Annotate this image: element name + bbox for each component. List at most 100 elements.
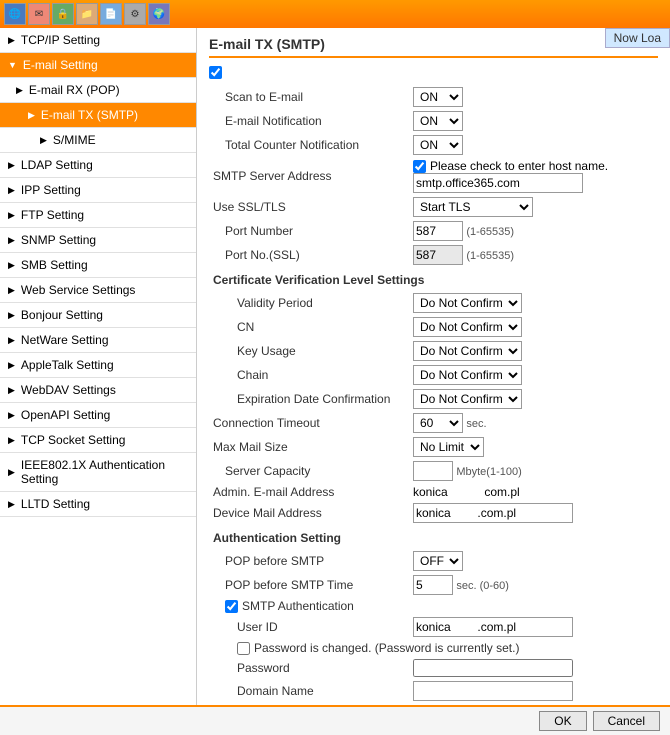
total-counter-select[interactable]: ONOFF bbox=[413, 135, 463, 155]
user-id-input[interactable] bbox=[413, 617, 573, 637]
scan-to-email-cell: ONOFF bbox=[409, 85, 647, 109]
max-mail-size-select[interactable]: No Limit bbox=[413, 437, 484, 457]
auth-section-label: Authentication Setting bbox=[213, 527, 654, 547]
smtp-auth-checkbox[interactable] bbox=[225, 600, 238, 613]
arrow-icon: ▶ bbox=[8, 285, 15, 296]
smtp-auth-row: SMTP Authentication bbox=[209, 597, 658, 615]
sidebar-item-snmp[interactable]: ▶ SNMP Setting bbox=[0, 228, 196, 253]
port-ssl-input[interactable] bbox=[413, 245, 463, 265]
port-number-row: Port Number (1-65535) bbox=[209, 219, 658, 243]
password-cell bbox=[409, 657, 647, 679]
chain-select[interactable]: Do Not ConfirmConfirm bbox=[413, 365, 522, 385]
sidebar-item-email-rx[interactable]: ▶ E-mail RX (POP) bbox=[0, 78, 196, 103]
top-icon-bar: 🌐 ✉ 🔒 📁 📄 ⚙ 🌍 bbox=[0, 0, 670, 28]
cn-label: CN bbox=[209, 315, 409, 339]
password-changed-cell: Password is changed. (Password is curren… bbox=[209, 639, 647, 657]
icon-network[interactable]: 🌐 bbox=[4, 3, 26, 25]
binary-division-row: Binary Division bbox=[209, 703, 658, 705]
pop-smtp-time-cell: sec. (0-60) bbox=[409, 573, 647, 597]
validity-period-label: Validity Period bbox=[209, 291, 409, 315]
sidebar-item-smb[interactable]: ▶ SMB Setting bbox=[0, 253, 196, 278]
admin-email-cell: konica com.pl bbox=[409, 483, 647, 501]
total-counter-cell: ONOFF bbox=[409, 133, 647, 157]
sidebar-item-appletalk[interactable]: ▶ AppleTalk Setting bbox=[0, 353, 196, 378]
sidebar-item-lltd[interactable]: ▶ LLTD Setting bbox=[0, 492, 196, 517]
validity-period-cell: Do Not ConfirmConfirm bbox=[409, 291, 647, 315]
arrow-icon: ▶ bbox=[8, 335, 15, 346]
icon-lock[interactable]: 🔒 bbox=[52, 3, 74, 25]
ssl-tls-select[interactable]: Start TLSSSLNone bbox=[413, 197, 533, 217]
ssl-tls-cell: Start TLSSSLNone bbox=[409, 195, 647, 219]
icon-folder[interactable]: 📁 bbox=[76, 3, 98, 25]
sidebar-item-tcpip[interactable]: ▶ TCP/IP Setting bbox=[0, 28, 196, 53]
port-ssl-row: Port No.(SSL) (1-65535) bbox=[209, 243, 658, 267]
ssl-tls-row: Use SSL/TLS Start TLSSSLNone bbox=[209, 195, 658, 219]
password-label: Password bbox=[209, 657, 409, 679]
smtp-auth-cell: SMTP Authentication bbox=[209, 597, 647, 615]
smtp-server-input[interactable] bbox=[413, 173, 583, 193]
bottom-bar: OK Cancel bbox=[0, 705, 670, 735]
sidebar-item-email-tx[interactable]: ▶ E-mail TX (SMTP) bbox=[0, 103, 196, 128]
admin-email-value2: com.pl bbox=[484, 485, 519, 499]
arrow-icon: ▶ bbox=[40, 135, 47, 146]
email-tx-setting-row bbox=[209, 66, 658, 79]
arrow-icon: ▶ bbox=[8, 499, 15, 510]
domain-name-cell bbox=[409, 679, 647, 703]
device-mail-cell bbox=[409, 501, 647, 525]
smtp-server-cell: Please check to enter host name. bbox=[409, 157, 658, 195]
email-tx-checkbox[interactable] bbox=[209, 66, 222, 79]
domain-name-input[interactable] bbox=[413, 681, 573, 701]
password-changed-checkbox[interactable] bbox=[237, 642, 250, 655]
binary-division-cell: Binary Division bbox=[209, 703, 647, 705]
smtp-hostname-checkbox[interactable] bbox=[413, 160, 426, 173]
pop-smtp-time-row: POP before SMTP Time sec. (0-60) bbox=[209, 573, 658, 597]
sidebar-item-bonjour[interactable]: ▶ Bonjour Setting bbox=[0, 303, 196, 328]
device-mail-input[interactable] bbox=[413, 503, 573, 523]
chain-row: Chain Do Not ConfirmConfirm bbox=[209, 363, 658, 387]
email-notification-select[interactable]: ONOFF bbox=[413, 111, 463, 131]
sidebar-item-ieee8021x[interactable]: ▶ IEEE802.1X Authentication Setting bbox=[0, 453, 196, 492]
pop-smtp-time-label: POP before SMTP Time bbox=[209, 573, 409, 597]
pop-smtp-time-input[interactable] bbox=[413, 575, 453, 595]
expiration-select[interactable]: Do Not ConfirmConfirm bbox=[413, 389, 522, 409]
email-notification-label: E-mail Notification bbox=[209, 109, 409, 133]
arrow-icon: ▶ bbox=[8, 210, 15, 221]
user-id-cell bbox=[409, 615, 647, 639]
icon-scan[interactable]: 📄 bbox=[100, 3, 122, 25]
cn-row: CN Do Not ConfirmConfirm bbox=[209, 315, 658, 339]
server-capacity-input[interactable] bbox=[413, 461, 453, 481]
ok-button[interactable]: OK bbox=[539, 711, 586, 731]
sidebar-item-ldap[interactable]: ▶ LDAP Setting bbox=[0, 153, 196, 178]
port-number-hint: (1-65535) bbox=[466, 226, 514, 238]
sidebar-item-openapi[interactable]: ▶ OpenAPI Setting bbox=[0, 403, 196, 428]
port-number-input[interactable] bbox=[413, 221, 463, 241]
icon-email[interactable]: ✉ bbox=[28, 3, 50, 25]
icon-settings[interactable]: ⚙ bbox=[124, 3, 146, 25]
scan-to-email-select[interactable]: ONOFF bbox=[413, 87, 463, 107]
max-mail-size-label: Max Mail Size bbox=[209, 435, 409, 459]
connection-timeout-select[interactable]: 60 bbox=[413, 413, 463, 433]
arrow-icon: ▶ bbox=[16, 85, 23, 96]
sidebar-item-webservice[interactable]: ▶ Web Service Settings bbox=[0, 278, 196, 303]
pop-before-smtp-select[interactable]: OFFON bbox=[413, 551, 463, 571]
validity-period-select[interactable]: Do Not ConfirmConfirm bbox=[413, 293, 522, 313]
expiration-label: Expiration Date Confirmation bbox=[209, 387, 409, 411]
pop-before-smtp-cell: OFFON bbox=[409, 549, 647, 573]
cn-cell: Do Not ConfirmConfirm bbox=[409, 315, 647, 339]
sidebar-item-tcpsocket[interactable]: ▶ TCP Socket Setting bbox=[0, 428, 196, 453]
key-usage-select[interactable]: Do Not ConfirmConfirm bbox=[413, 341, 522, 361]
expiration-cell: Do Not ConfirmConfirm bbox=[409, 387, 647, 411]
total-counter-row: Total Counter Notification ONOFF bbox=[209, 133, 658, 157]
chain-cell: Do Not ConfirmConfirm bbox=[409, 363, 647, 387]
sidebar-item-webdav[interactable]: ▶ WebDAV Settings bbox=[0, 378, 196, 403]
sidebar-item-smime[interactable]: ▶ S/MIME bbox=[0, 128, 196, 153]
sidebar-item-netware[interactable]: ▶ NetWare Setting bbox=[0, 328, 196, 353]
arrow-icon: ▶ bbox=[8, 410, 15, 421]
icon-world[interactable]: 🌍 bbox=[148, 3, 170, 25]
sidebar-item-email[interactable]: ▼ E-mail Setting bbox=[0, 53, 196, 78]
cancel-button[interactable]: Cancel bbox=[593, 711, 660, 731]
password-input[interactable] bbox=[413, 659, 573, 677]
cn-select[interactable]: Do Not ConfirmConfirm bbox=[413, 317, 522, 337]
sidebar-item-ipp[interactable]: ▶ IPP Setting bbox=[0, 178, 196, 203]
sidebar-item-ftp[interactable]: ▶ FTP Setting bbox=[0, 203, 196, 228]
